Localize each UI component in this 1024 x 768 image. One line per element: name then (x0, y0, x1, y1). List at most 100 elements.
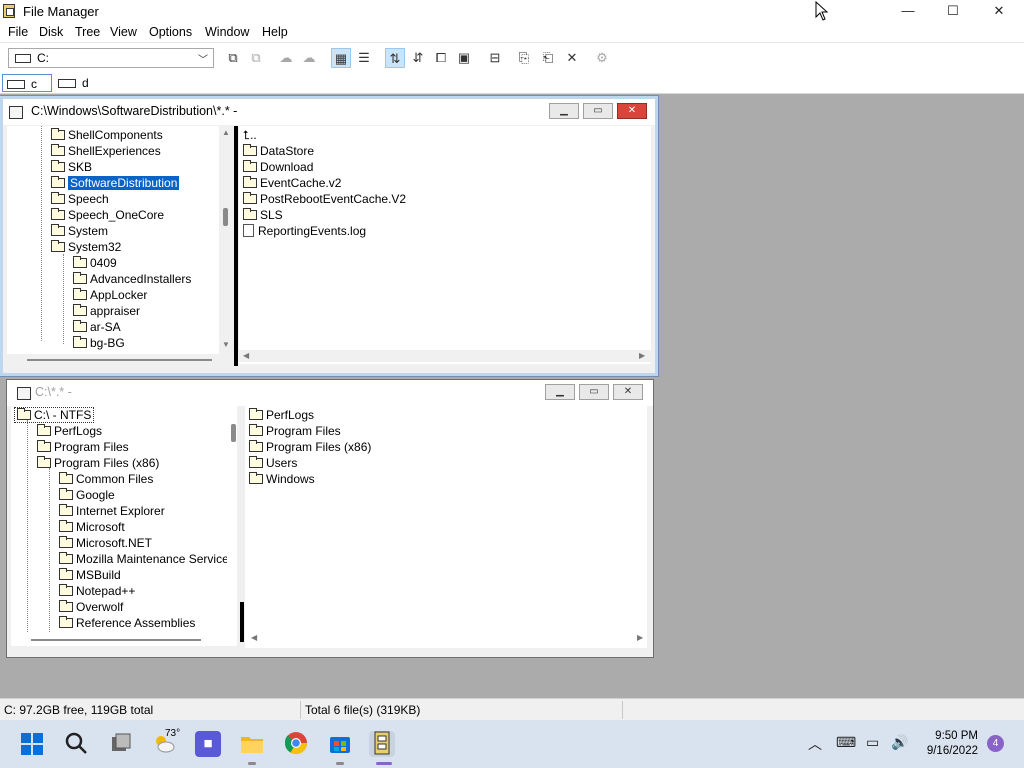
scrollbar-thumb[interactable] (31, 639, 201, 641)
tree-item[interactable]: Overwolf (59, 599, 123, 615)
volume-icon[interactable]: 🔊 (891, 734, 908, 751)
tree-item[interactable]: ar-SA (73, 319, 121, 335)
file-explorer-icon[interactable] (239, 731, 265, 757)
file-list-horizontal-scrollbar[interactable]: ◀ ▶ (239, 350, 651, 362)
tree-item[interactable]: AppLocker (73, 287, 147, 303)
tree-item[interactable]: Google (59, 487, 115, 503)
paste-icon[interactable]: ⎗ (538, 48, 558, 68)
scroll-left-arrow-icon[interactable]: ◀ (251, 633, 257, 642)
tree-item[interactable]: MSBuild (59, 567, 121, 583)
tree-item[interactable]: ShellComponents (51, 127, 163, 143)
scrollbar-thumb[interactable] (27, 359, 212, 361)
menu-file[interactable]: File (8, 25, 28, 39)
tree-item[interactable]: SKB (51, 159, 92, 175)
chat-icon[interactable]: ■ (195, 731, 221, 757)
network-icon[interactable]: ▭ (866, 734, 879, 751)
menu-view[interactable]: View (110, 25, 137, 39)
file-list-pane[interactable]: ⮤.. DataStore Download EventCache.v2 Pos… (239, 126, 651, 364)
sort-by-size-icon[interactable]: ⧠ (431, 48, 451, 68)
drive-d-tab[interactable]: d (54, 74, 104, 92)
tree-vertical-scrollbar[interactable] (227, 406, 237, 634)
file-list-pane[interactable]: PerfLogs Program Files Program Files (x8… (245, 406, 647, 648)
app-title-bar[interactable]: File Manager — ☐ ✕ (0, 0, 1024, 22)
scroll-right-arrow-icon[interactable]: ▶ (639, 351, 645, 360)
tree-item[interactable]: PerfLogs (37, 423, 102, 439)
file-list-item[interactable]: PerfLogs (249, 407, 314, 423)
properties-icon[interactable]: ⚙ (592, 48, 612, 68)
show-hidden-icons-chevron-icon[interactable]: ︿ (808, 734, 822, 754)
maximize-button[interactable]: ☐ (930, 0, 976, 22)
menu-options[interactable]: Options (149, 25, 192, 39)
scrollbar-thumb[interactable] (231, 424, 236, 442)
scroll-down-arrow-icon[interactable]: ▼ (222, 340, 230, 349)
tree-item[interactable]: AdvancedInstallers (73, 271, 191, 287)
tree-pane[interactable]: ShellComponents ShellExperiences SKB Sof… (7, 126, 233, 354)
window-title-bar[interactable]: C:\Windows\SoftwareDistribution\*.* - ▁ … (3, 99, 655, 125)
connect-drive-icon[interactable]: ⧉ (223, 48, 243, 68)
chrome-icon[interactable] (283, 731, 309, 757)
start-button-icon[interactable] (19, 731, 45, 757)
tree-horizontal-scrollbar[interactable] (7, 354, 233, 366)
tree-item-selected[interactable]: SoftwareDistribution (51, 175, 180, 191)
sort-by-type-icon[interactable]: ⇵ (408, 48, 428, 68)
parent-directory-item[interactable]: ⮤.. (243, 127, 257, 143)
menu-help[interactable]: Help (262, 25, 288, 39)
notification-badge[interactable]: 4 (987, 735, 1004, 752)
file-manager-taskbar-icon[interactable] (369, 731, 395, 757)
directory-window-icon[interactable] (17, 387, 31, 400)
close-button[interactable]: ✕ (976, 0, 1022, 22)
tree-item[interactable]: Microsoft (59, 519, 125, 535)
microsoft-store-icon[interactable] (327, 731, 353, 757)
search-icon[interactable] (63, 731, 89, 757)
stop-sharing-icon[interactable]: ☁ (299, 48, 319, 68)
window-minimize-button[interactable]: ▁ (549, 103, 579, 119)
scroll-up-arrow-icon[interactable]: ▲ (222, 128, 230, 137)
file-list-item[interactable]: Users (249, 455, 297, 471)
window-title-bar[interactable]: C:\*.* - ▁ ▭ ✕ (7, 380, 653, 406)
file-list-item[interactable]: ReportingEvents.log (243, 223, 366, 239)
list-view-icon[interactable]: ☰ (354, 48, 374, 68)
window-close-button[interactable]: ✕ (617, 103, 647, 119)
menu-tree[interactable]: Tree (75, 25, 100, 39)
tree-item[interactable]: 0409 (73, 255, 117, 271)
sort-by-name-icon[interactable]: ⇅ (385, 48, 405, 68)
keyboard-icon[interactable]: ⌨ (836, 734, 856, 751)
window-minimize-button[interactable]: ▁ (545, 384, 575, 400)
scroll-right-arrow-icon[interactable]: ▶ (637, 633, 643, 642)
tree-item[interactable]: appraiser (73, 303, 140, 319)
file-list-item[interactable]: SLS (243, 207, 283, 223)
file-list-item[interactable]: Program Files (249, 423, 341, 439)
minimize-button[interactable]: — (885, 0, 931, 22)
pane-splitter[interactable] (234, 126, 238, 366)
tree-item[interactable]: System32 (51, 239, 121, 255)
menu-window[interactable]: Window (205, 25, 249, 39)
tree-item[interactable]: Common Files (59, 471, 153, 487)
large-icons-view-icon[interactable]: ▦ (331, 48, 351, 68)
file-list-item[interactable]: Windows (249, 471, 315, 487)
tree-item[interactable]: System (51, 223, 108, 239)
scrollbar-thumb[interactable] (223, 208, 228, 226)
tree-item[interactable]: Notepad++ (59, 583, 135, 599)
tree-item[interactable]: Microsoft.NET (59, 535, 152, 551)
directory-window-root[interactable]: C:\*.* - ▁ ▭ ✕ C:\ - NTFS PerfLogs Progr… (6, 379, 654, 658)
tree-item[interactable]: Mozilla Maintenance Service (59, 551, 229, 567)
file-list-horizontal-scrollbar[interactable]: ◀ ▶ (245, 632, 647, 644)
scroll-left-arrow-icon[interactable]: ◀ (243, 351, 249, 360)
share-icon[interactable]: ☁ (276, 48, 296, 68)
tree-root-item[interactable]: C:\ - NTFS (13, 407, 95, 423)
pane-splitter-upper[interactable] (240, 406, 244, 602)
tree-item[interactable]: Speech_OneCore (51, 207, 164, 223)
directory-window-softwaredistribution[interactable]: C:\Windows\SoftwareDistribution\*.* - ▁ … (0, 95, 659, 377)
tree-pane[interactable]: C:\ - NTFS PerfLogs Program Files Progra… (11, 406, 237, 634)
pane-splitter[interactable] (240, 602, 244, 642)
window-maximize-button[interactable]: ▭ (579, 384, 609, 400)
clock[interactable]: 9:50 PM 9/16/2022 (920, 729, 978, 759)
new-window-icon[interactable]: ⊟ (485, 48, 505, 68)
file-list-item[interactable]: DataStore (243, 143, 314, 159)
file-list-item[interactable]: Program Files (x86) (249, 439, 371, 455)
tree-horizontal-scrollbar[interactable] (11, 634, 237, 646)
delete-icon[interactable]: ✕ (562, 48, 582, 68)
tree-vertical-scrollbar[interactable]: ▲ ▼ (219, 126, 233, 354)
tree-item[interactable]: bg-BG (73, 335, 125, 351)
task-view-icon[interactable] (108, 731, 134, 757)
